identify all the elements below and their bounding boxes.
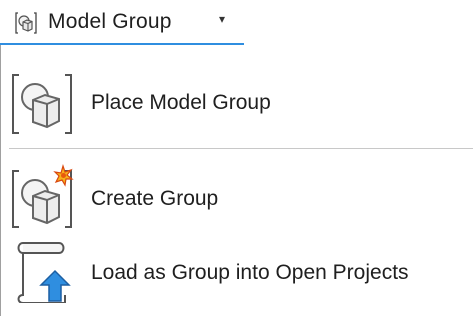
menu-item-create-group[interactable]: Create Group xyxy=(1,161,473,231)
menu-item-label: Create Group xyxy=(91,187,219,210)
menu-item-place-model-group[interactable]: Place Model Group xyxy=(1,67,473,137)
menu-item-label: Load as Group into Open Projects xyxy=(91,261,409,284)
load-as-group-icon xyxy=(9,237,75,304)
model-group-dropdown: Model Group ▾ Place Model Group Create G… xyxy=(0,0,473,316)
place-model-group-icon xyxy=(9,71,75,137)
menu-item-load-as-group[interactable]: Load as Group into Open Projects xyxy=(1,235,473,305)
model-group-icon xyxy=(14,11,38,35)
dropdown-menu: Place Model Group Create Group Load as G… xyxy=(0,45,473,316)
chevron-down-icon[interactable]: ▾ xyxy=(219,12,225,26)
model-group-label: Model Group xyxy=(48,10,172,33)
model-group-button[interactable]: Model Group ▾ xyxy=(0,0,244,45)
menu-divider xyxy=(9,148,473,149)
create-group-icon xyxy=(9,163,75,229)
menu-item-label: Place Model Group xyxy=(91,91,271,114)
